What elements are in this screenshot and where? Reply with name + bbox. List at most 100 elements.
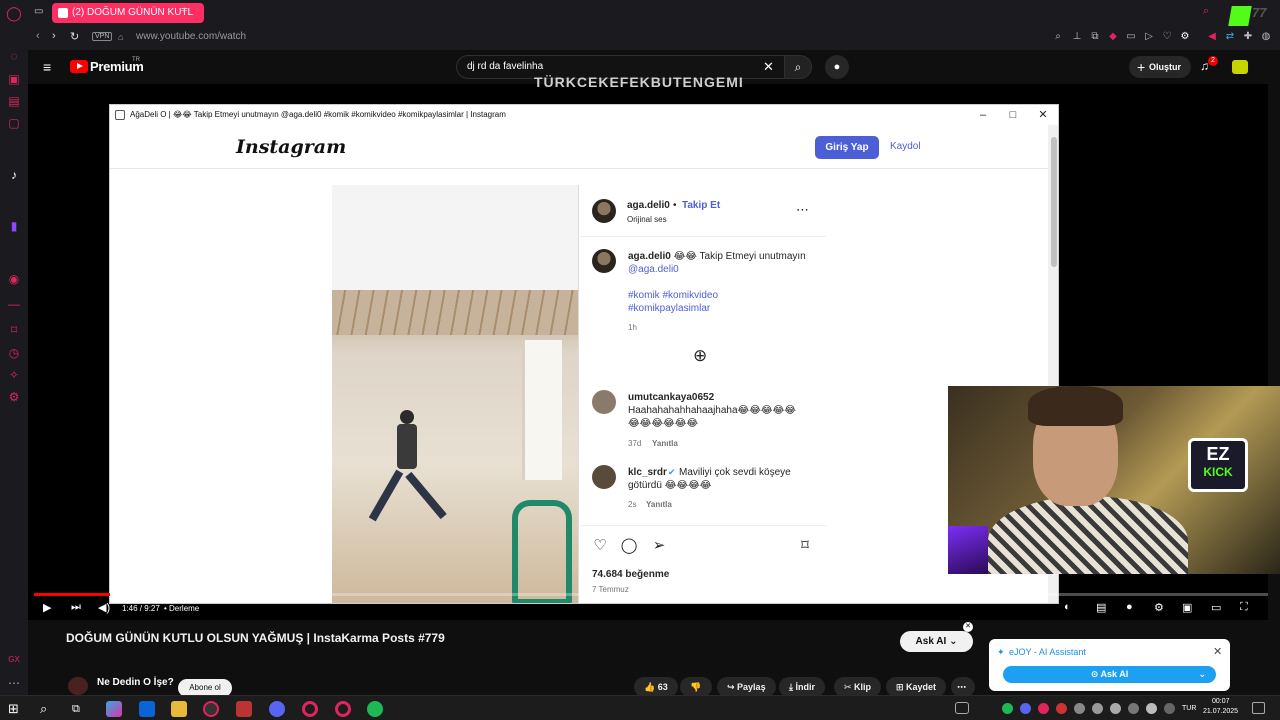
sidebar-messenger-icon[interactable]: ▤ (6, 93, 22, 109)
vpn-badge[interactable]: VPN (92, 32, 113, 41)
audio-label[interactable]: Orijinal ses (627, 213, 667, 226)
heart-icon[interactable]: ♡ (1161, 31, 1173, 43)
sidebar-more-icon[interactable]: ⋯ (6, 675, 22, 691)
updates-tray-icon[interactable] (1110, 703, 1121, 714)
subtitles-icon[interactable]: ▤ (1096, 601, 1106, 614)
account-avatar[interactable] (1232, 60, 1248, 74)
post-video[interactable] (332, 185, 579, 603)
forward-icon[interactable]: › (52, 30, 56, 42)
poster-username[interactable]: aga.deli0 (627, 199, 670, 212)
maximize-button[interactable]: □ (998, 105, 1028, 125)
play-button-icon[interactable]: ▶ (43, 601, 51, 614)
ambient-icon[interactable]: ● (1126, 601, 1133, 613)
ejoy-ask-ai-button[interactable]: ⊙ Ask AI ⌄ (1003, 666, 1216, 683)
hashtags-line-1[interactable]: #komik #komikvideo (628, 289, 718, 302)
comment-avatar[interactable] (592, 465, 616, 489)
discord-icon[interactable] (269, 701, 285, 717)
caption-mention[interactable]: @aga.deli0 (628, 264, 679, 275)
sidebar-tiktok-icon[interactable]: ♪ (6, 167, 22, 183)
notifications-tray-icon[interactable] (1252, 702, 1265, 714)
theater-mode-icon[interactable]: ▭ (1211, 601, 1221, 614)
shield-icon[interactable]: ◆ (1107, 31, 1119, 43)
sidebar-settings-icon[interactable]: ⚙ (6, 389, 22, 405)
profile-icon[interactable]: ◍ (1260, 31, 1272, 43)
sidebar-instagram-icon[interactable]: ▢ (6, 115, 22, 131)
miniplayer-icon[interactable]: ▣ (1182, 601, 1192, 614)
dislike-button[interactable]: 👎 (680, 677, 712, 697)
ejoy-dropdown-icon[interactable]: ⌄ (1198, 666, 1206, 683)
sidebar-bookmarks-icon[interactable]: ⌑ (6, 322, 22, 338)
discord-tray-icon[interactable] (1020, 703, 1031, 714)
poster-avatar[interactable] (592, 199, 616, 223)
search-button[interactable]: ⌕ (784, 55, 812, 79)
autoplay-toggle-icon[interactable]: ◐ (1064, 601, 1071, 613)
video-editor-icon[interactable] (236, 701, 252, 717)
signup-link[interactable]: Kaydol (890, 141, 921, 152)
sidebar-player-icon[interactable]: ◉ (6, 271, 22, 287)
share-button[interactable]: ↪ Paylaş (717, 677, 776, 697)
network-tray-icon[interactable] (1128, 703, 1139, 714)
hashtags-line-2[interactable]: #komikpaylasimlar (628, 302, 710, 315)
play-icon[interactable]: ▷ (1143, 31, 1155, 43)
reply-link[interactable]: Yanıtla (646, 498, 672, 511)
new-tab-button[interactable]: + (181, 5, 187, 17)
copilot-icon[interactable] (106, 701, 122, 717)
outlook-icon[interactable] (139, 701, 155, 717)
opera-icon[interactable] (302, 701, 318, 717)
fullscreen-icon[interactable]: ⛶ (1240, 601, 1248, 614)
app-tray-icon[interactable] (1092, 703, 1103, 714)
next-button-icon[interactable]: ⏭ (71, 601, 81, 614)
sidebar-ai-icon[interactable]: ◌ (6, 48, 22, 64)
progress-bar[interactable] (34, 593, 1268, 596)
extensions-icon[interactable]: ✚ (1242, 31, 1254, 43)
bookmark-icon[interactable]: ⌑ (796, 537, 814, 555)
voice-search-button[interactable]: ● (825, 55, 849, 79)
more-options-icon[interactable]: ⋯ (796, 203, 809, 216)
settings-gear-icon[interactable]: ⚙ (1154, 601, 1164, 614)
settings-icon[interactable]: ⚙ (1179, 31, 1191, 43)
reply-link[interactable]: Yanıtla (652, 437, 678, 450)
task-view-icon[interactable]: ⧉ (72, 701, 88, 717)
like-button[interactable]: 👍 63 (634, 677, 678, 697)
opera-tray-icon[interactable] (1038, 703, 1049, 714)
opera-gx-taskbar-icon[interactable] (203, 701, 219, 717)
clip-button[interactable]: ✂ Klip (834, 677, 882, 697)
instagram-window[interactable]: AğaDeli O | 😂😂 Takip Etmeyi unutmayın @a… (109, 104, 1059, 604)
scrollbar-thumb[interactable] (1051, 137, 1057, 267)
clear-search-icon[interactable]: ✕ (763, 56, 774, 78)
close-ask-icon[interactable]: ✕ (963, 622, 973, 632)
spotify-tray-icon[interactable] (1002, 703, 1013, 714)
volume-tray-icon[interactable] (1146, 703, 1157, 714)
close-button[interactable]: ✕ (1028, 105, 1058, 125)
url-text[interactable]: www.youtube.com/watch (136, 31, 246, 42)
sidebar-twitch-icon[interactable]: ▮ (6, 218, 22, 234)
file-explorer-icon[interactable] (171, 701, 187, 717)
login-button[interactable]: Giriş Yap (815, 136, 879, 159)
channel-avatar[interactable] (68, 677, 88, 695)
back-icon[interactable]: ‹ (36, 30, 40, 42)
language-indicator[interactable]: TUR (1182, 705, 1196, 712)
share-icon[interactable]: ➢ (650, 537, 668, 555)
chapter-label[interactable]: • Derleme (164, 604, 199, 613)
ask-ai-button[interactable]: Ask AI ⌄ (900, 631, 973, 652)
pin-icon[interactable]: ⊥ (1071, 31, 1083, 43)
minimize-button[interactable]: – (968, 105, 998, 125)
sidebar-extensions-icon[interactable]: ✧ (6, 367, 22, 383)
reload-icon[interactable]: ↻ (70, 30, 79, 43)
clock-date[interactable]: 21.07.2025 (1203, 708, 1238, 715)
more-actions-button[interactable]: ⋯ (951, 677, 975, 697)
hamburger-menu-icon[interactable]: ≡ (43, 59, 51, 75)
translate-icon[interactable]: ⇄ (1224, 31, 1236, 43)
start-icon[interactable]: ⊞ (8, 701, 24, 717)
download-button[interactable]: ⤓ İndir (779, 677, 825, 697)
comment-icon[interactable]: ◯ (620, 537, 638, 555)
save-button[interactable]: ⊞ Kaydet (886, 677, 947, 697)
comment-username[interactable]: klc_srdr (628, 466, 667, 479)
window-titlebar[interactable]: AğaDeli O | 😂😂 Takip Etmeyi unutmayın @a… (110, 105, 1058, 125)
ejoy-close-icon[interactable]: ✕ (1213, 645, 1222, 658)
sidebar-gx-icon[interactable]: GX (6, 652, 22, 668)
keyboard-tray-icon[interactable] (955, 702, 969, 714)
tab-manager-icon[interactable]: ▭ (34, 6, 43, 17)
bluetooth-tray-icon[interactable] (1074, 703, 1085, 714)
download-page-icon[interactable]: ▭ (1125, 31, 1137, 43)
